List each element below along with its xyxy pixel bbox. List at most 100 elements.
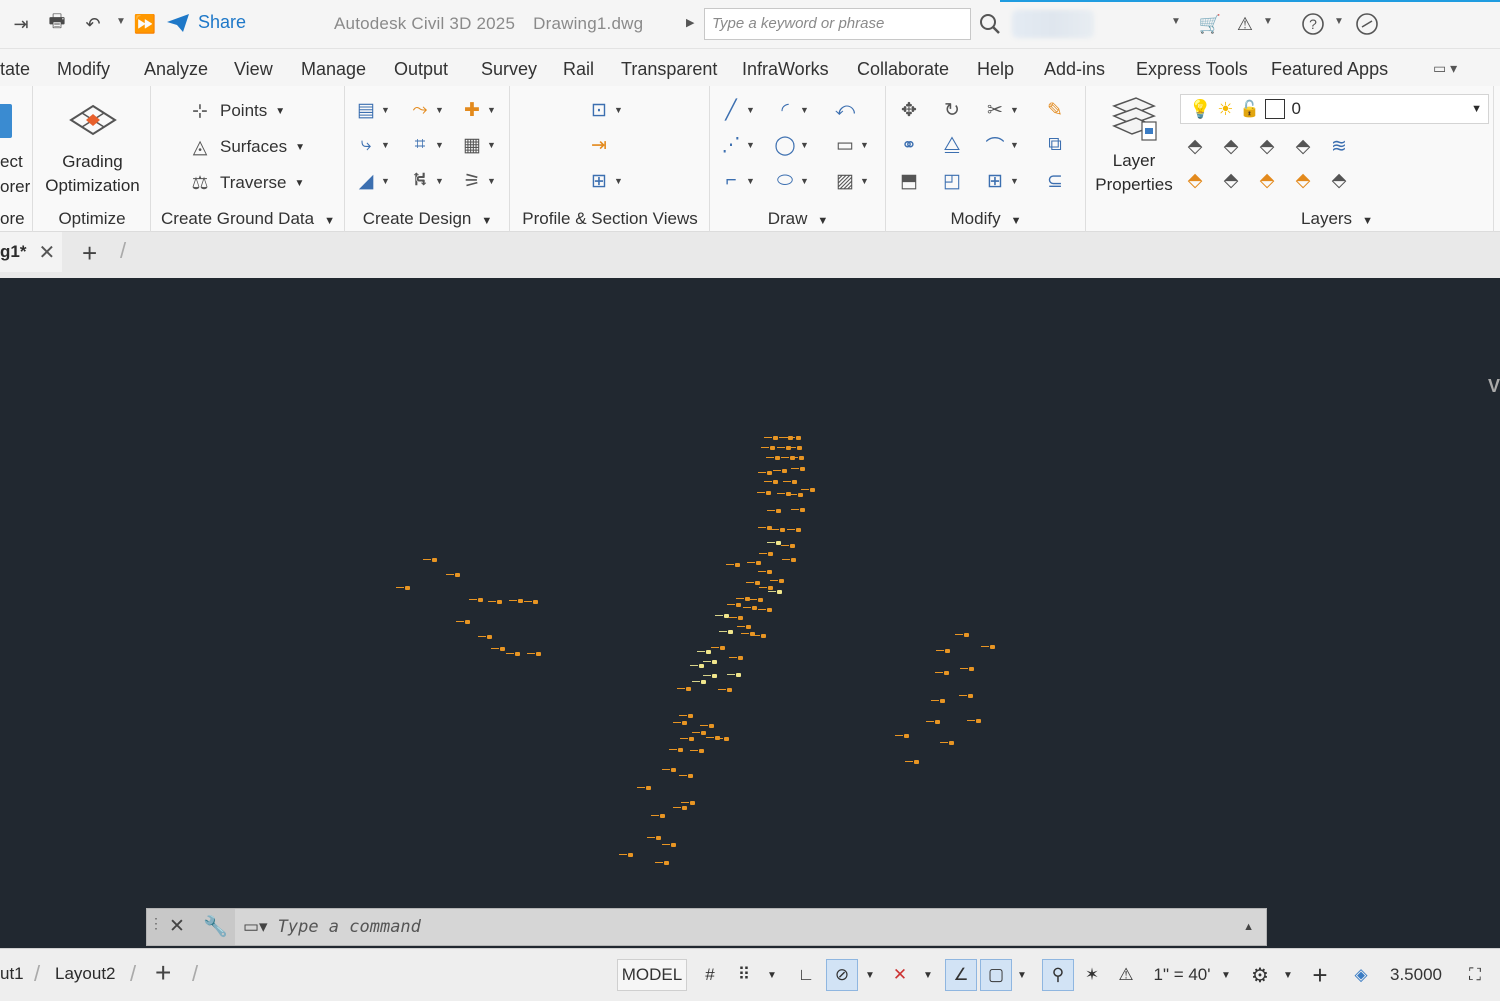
survey-point-marker[interactable] (788, 446, 802, 450)
offset-tool[interactable]: ⊆ (1043, 169, 1067, 193)
survey-point-marker[interactable] (729, 656, 743, 660)
fillet-tool[interactable]: ⌒ ▼ (983, 133, 1018, 158)
survey-point-marker[interactable] (396, 586, 410, 590)
parcel-tool[interactable]: ▤ ▼ (354, 98, 390, 122)
layer-dropdown[interactable]: 💡 ☀ 🔓 0 ▼ (1180, 94, 1489, 124)
survey-point-marker[interactable] (680, 737, 694, 741)
tab-analyze[interactable]: Analyze (144, 59, 208, 80)
layer-thaw-all-tool[interactable]: ⬘ (1255, 168, 1279, 192)
tab-modify[interactable]: Modify (57, 59, 110, 80)
arc-tool[interactable]: ◜ ▼ (773, 98, 809, 122)
survey-point-marker[interactable] (718, 688, 732, 692)
intersection-tool[interactable]: ✚ ▼ (460, 98, 496, 122)
survey-point-marker[interactable] (960, 667, 974, 671)
model-space-button[interactable]: MODEL (617, 959, 687, 991)
survey-point-marker[interactable] (711, 646, 725, 650)
line-tool[interactable]: ╱ ▼ (719, 98, 755, 122)
layer-unisolate-tool[interactable]: ⬘ (1183, 168, 1207, 192)
survey-point-marker[interactable] (764, 436, 778, 440)
doc-tab-drawing1[interactable]: g1* ✕ (0, 232, 62, 272)
survey-point-marker[interactable] (770, 579, 784, 583)
survey-point-marker[interactable] (757, 491, 771, 495)
survey-point-marker[interactable] (690, 664, 704, 668)
survey-point-marker[interactable] (743, 606, 757, 610)
tab-transparent[interactable]: Transparent (621, 59, 717, 80)
survey-point-marker[interactable] (527, 652, 541, 656)
help-icon[interactable]: ? (1300, 11, 1326, 37)
grading-optimization-button[interactable]: Grading Optimization (34, 102, 151, 197)
survey-point-marker[interactable] (783, 480, 797, 484)
survey-point-marker[interactable] (771, 528, 785, 532)
help-search-input[interactable]: Type a keyword or phrase (704, 8, 971, 40)
survey-point-marker[interactable] (747, 561, 761, 565)
survey-point-marker[interactable] (655, 861, 669, 865)
survey-point-marker[interactable] (781, 544, 795, 548)
elevation-value[interactable]: 3.5000 (1382, 959, 1450, 991)
survey-point-marker[interactable] (651, 814, 665, 818)
annotation-scale-icon[interactable]: ⚠ (1112, 959, 1140, 991)
survey-point-marker[interactable] (491, 647, 505, 651)
snap-dropdown-icon[interactable]: ▼ (762, 959, 782, 991)
cart-icon[interactable]: 🛒 (1197, 11, 1223, 37)
survey-point-marker[interactable] (692, 680, 706, 684)
explode-tool[interactable]: ⧉ (1043, 133, 1067, 157)
survey-point-marker[interactable] (729, 616, 743, 620)
survey-point-marker[interactable] (692, 731, 706, 735)
survey-point-marker[interactable] (719, 630, 733, 634)
survey-point-marker[interactable] (647, 836, 661, 840)
erase-tool[interactable]: ✎ (1043, 98, 1067, 122)
survey-point-marker[interactable] (759, 552, 773, 556)
survey-point-marker[interactable] (764, 480, 778, 484)
scale-dropdown-icon[interactable]: ▼ (1218, 959, 1234, 991)
survey-point-marker[interactable] (456, 620, 470, 624)
survey-point-marker[interactable] (935, 671, 949, 675)
help-dropdown-icon[interactable]: ▼ (1334, 16, 1344, 27)
new-layout-icon[interactable]: + (155, 957, 171, 989)
search-icon[interactable] (977, 11, 1003, 37)
survey-point-marker[interactable] (759, 586, 773, 590)
profile-view-tool[interactable]: ⊡ ▼ (587, 98, 623, 122)
tab-output[interactable]: Output (394, 59, 448, 80)
auto-scale-icon[interactable]: ✶ (1078, 959, 1106, 991)
layer-lock-tool[interactable]: ⬘ (1291, 134, 1315, 158)
survey-point-marker[interactable] (619, 853, 633, 857)
layer-isolate-tool[interactable]: ⬘ (1183, 134, 1207, 158)
elevation-layers-icon[interactable]: ◈ (1346, 959, 1376, 991)
survey-point-marker[interactable] (791, 467, 805, 471)
app-dropdown-icon[interactable]: ▼ (1263, 16, 1273, 27)
layer-match-tool[interactable]: ⬘ (1219, 134, 1243, 158)
stretch-tool[interactable]: ⬒ (897, 169, 921, 193)
ribbon-minimize-icon[interactable]: ▭ ▾ (1433, 60, 1457, 77)
autodesk-app-icon[interactable]: ⚠ (1232, 11, 1258, 37)
annotation-scale-value[interactable]: 1" = 40' (1146, 959, 1218, 991)
survey-point-marker[interactable] (509, 599, 523, 603)
annotation-visibility-icon[interactable]: ⚲ (1042, 959, 1074, 991)
survey-point-marker[interactable] (741, 632, 755, 636)
surfaces-button[interactable]: ◬ Surfaces ▼ (188, 135, 305, 159)
spline-tool[interactable]: ⌐ ▼ (719, 169, 754, 193)
tab-help[interactable]: Help (977, 59, 1014, 80)
polar-dropdown-icon[interactable]: ▼ (862, 959, 878, 991)
share-button[interactable]: Share (166, 12, 246, 33)
customize-wrench-icon[interactable]: 🔧 (203, 914, 228, 939)
isodraft-icon[interactable]: ✕ (886, 959, 914, 991)
tab-add-ins[interactable]: Add-ins (1044, 59, 1105, 80)
add-status-icon[interactable]: + (1306, 959, 1334, 991)
polar-tracking-icon[interactable]: ⊘ (826, 959, 858, 991)
survey-point-marker[interactable] (703, 674, 717, 678)
move-tool[interactable]: ✥ (897, 98, 921, 122)
survey-point-marker[interactable] (758, 471, 772, 475)
survey-point-marker[interactable] (752, 634, 766, 638)
tab-manage[interactable]: Manage (301, 59, 366, 80)
survey-point-marker[interactable] (761, 446, 775, 450)
survey-point-marker[interactable] (955, 633, 969, 637)
copy-tool[interactable]: ⚭ (897, 133, 921, 157)
tab-annotate[interactable]: tate (0, 59, 30, 80)
layer-current-tool[interactable]: ⬘ (1219, 168, 1243, 192)
survey-point-marker[interactable] (936, 649, 950, 653)
survey-point-marker[interactable] (700, 724, 714, 728)
mirror-tool[interactable]: ⧋ (940, 133, 964, 157)
corridor-tool[interactable]: ⛕ ▼ (408, 169, 444, 193)
survey-point-marker[interactable] (789, 493, 803, 497)
layer-walk-tool[interactable]: ⬘ (1327, 168, 1351, 192)
